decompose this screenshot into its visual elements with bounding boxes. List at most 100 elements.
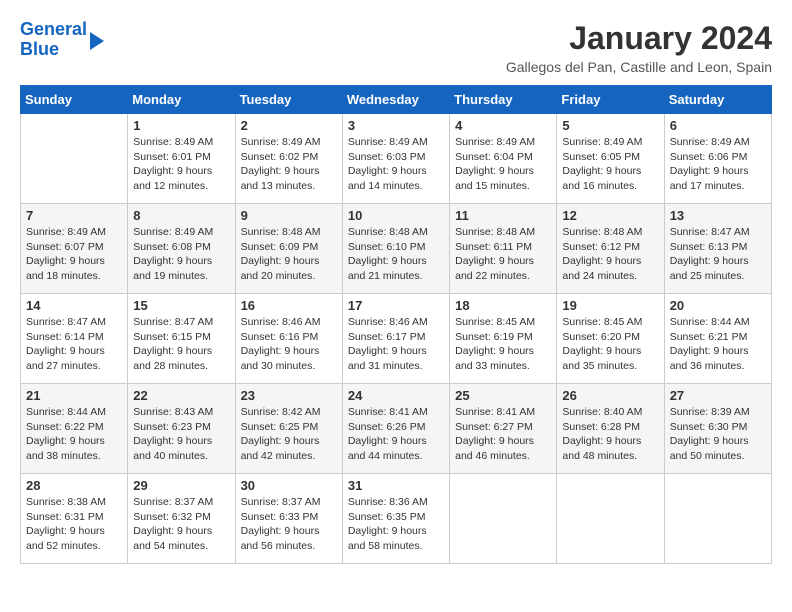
calendar-header-row: SundayMondayTuesdayWednesdayThursdayFrid… <box>21 86 772 114</box>
title-area: January 2024 Gallegos del Pan, Castille … <box>506 20 772 75</box>
day-info: Sunrise: 8:36 AMSunset: 6:35 PMDaylight:… <box>348 495 444 554</box>
calendar-cell: 31Sunrise: 8:36 AMSunset: 6:35 PMDayligh… <box>342 474 449 564</box>
day-info: Sunrise: 8:44 AMSunset: 6:22 PMDaylight:… <box>26 405 122 464</box>
calendar-week-1: 1 Sunrise: 8:49 AMSunset: 6:01 PMDaylight… <box>21 114 772 204</box>
calendar-cell: 16Sunrise: 8:46 AMSunset: 6:16 PMDayligh… <box>235 294 342 384</box>
day-info: Sunrise: 8:49 AMSunset: 6:08 PMDaylight:… <box>133 225 229 284</box>
day-number: 27 <box>670 388 766 403</box>
day-number: 9 <box>241 208 337 223</box>
day-info: Sunrise: 8:48 AMSunset: 6:12 PMDaylight:… <box>562 225 658 284</box>
day-info: Sunrise: 8:49 AMSunset: 6:06 PMDaylight:… <box>670 135 766 194</box>
weekday-header-tuesday: Tuesday <box>235 86 342 114</box>
logo-general: General <box>20 19 87 39</box>
day-number: 25 <box>455 388 551 403</box>
day-info: Sunrise: 8:42 AMSunset: 6:25 PMDaylight:… <box>241 405 337 464</box>
calendar-cell: 1 Sunrise: 8:49 AMSunset: 6:01 PMDaylight… <box>128 114 235 204</box>
calendar-cell: 12 Sunrise: 8:48 AMSunset: 6:12 PMDayligh… <box>557 204 664 294</box>
day-number: 21 <box>26 388 122 403</box>
logo-arrow-icon <box>90 32 104 50</box>
day-number: 3 <box>348 118 444 133</box>
day-info: Sunrise: 8:45 AMSunset: 6:20 PMDaylight:… <box>562 315 658 374</box>
day-number: 4 <box>455 118 551 133</box>
day-info: Sunrise: 8:49 AMSunset: 6:02 PMDaylight:… <box>241 135 337 194</box>
day-info: Sunrise: 8:45 AMSunset: 6:19 PMDaylight:… <box>455 315 551 374</box>
weekday-header-thursday: Thursday <box>450 86 557 114</box>
day-info: Sunrise: 8:49 AMSunset: 6:05 PMDaylight:… <box>562 135 658 194</box>
day-info: Sunrise: 8:39 AMSunset: 6:30 PMDaylight:… <box>670 405 766 464</box>
day-info: Sunrise: 8:48 AMSunset: 6:10 PMDaylight:… <box>348 225 444 284</box>
calendar-cell: 14Sunrise: 8:47 AMSunset: 6:14 PMDayligh… <box>21 294 128 384</box>
day-number: 30 <box>241 478 337 493</box>
calendar-cell: 27 Sunrise: 8:39 AMSunset: 6:30 PMDayligh… <box>664 384 771 474</box>
calendar-cell: 8 Sunrise: 8:49 AMSunset: 6:08 PMDaylight… <box>128 204 235 294</box>
calendar-cell: 7 Sunrise: 8:49 AMSunset: 6:07 PMDaylight… <box>21 204 128 294</box>
weekday-header-saturday: Saturday <box>664 86 771 114</box>
day-number: 6 <box>670 118 766 133</box>
calendar-cell: 10 Sunrise: 8:48 AMSunset: 6:10 PMDayligh… <box>342 204 449 294</box>
calendar-cell: 29 Sunrise: 8:37 AMSunset: 6:32 PMDayligh… <box>128 474 235 564</box>
day-number: 14 <box>26 298 122 313</box>
day-number: 19 <box>562 298 658 313</box>
logo-blue: Blue <box>20 39 59 59</box>
day-info: Sunrise: 8:40 AMSunset: 6:28 PMDaylight:… <box>562 405 658 464</box>
calendar-cell: 9 Sunrise: 8:48 AMSunset: 6:09 PMDaylight… <box>235 204 342 294</box>
calendar-cell: 11 Sunrise: 8:48 AMSunset: 6:11 PMDayligh… <box>450 204 557 294</box>
calendar-cell <box>557 474 664 564</box>
calendar-cell: 25Sunrise: 8:41 AMSunset: 6:27 PMDayligh… <box>450 384 557 474</box>
day-info: Sunrise: 8:47 AMSunset: 6:13 PMDaylight:… <box>670 225 766 284</box>
day-number: 23 <box>241 388 337 403</box>
logo: General Blue <box>20 20 104 60</box>
day-number: 12 <box>562 208 658 223</box>
header: General Blue January 2024 Gallegos del P… <box>20 20 772 75</box>
calendar-cell: 15 Sunrise: 8:47 AMSunset: 6:15 PMDayligh… <box>128 294 235 384</box>
calendar-cell: 4Sunrise: 8:49 AMSunset: 6:04 PMDaylight… <box>450 114 557 204</box>
day-info: Sunrise: 8:49 AMSunset: 6:01 PMDaylight:… <box>133 135 229 194</box>
day-info: Sunrise: 8:37 AMSunset: 6:32 PMDaylight:… <box>133 495 229 554</box>
day-info: Sunrise: 8:47 AMSunset: 6:15 PMDaylight:… <box>133 315 229 374</box>
day-number: 24 <box>348 388 444 403</box>
day-number: 11 <box>455 208 551 223</box>
day-number: 1 <box>133 118 229 133</box>
location-title: Gallegos del Pan, Castille and Leon, Spa… <box>506 59 772 75</box>
calendar-cell: 5 Sunrise: 8:49 AMSunset: 6:05 PMDaylight… <box>557 114 664 204</box>
day-info: Sunrise: 8:46 AMSunset: 6:17 PMDaylight:… <box>348 315 444 374</box>
weekday-header-friday: Friday <box>557 86 664 114</box>
day-info: Sunrise: 8:38 AMSunset: 6:31 PMDaylight:… <box>26 495 122 554</box>
calendar-cell: 30Sunrise: 8:37 AMSunset: 6:33 PMDayligh… <box>235 474 342 564</box>
day-number: 7 <box>26 208 122 223</box>
day-number: 17 <box>348 298 444 313</box>
calendar-cell: 28 Sunrise: 8:38 AMSunset: 6:31 PMDayligh… <box>21 474 128 564</box>
calendar-cell: 18Sunrise: 8:45 AMSunset: 6:19 PMDayligh… <box>450 294 557 384</box>
calendar-cell: 17 Sunrise: 8:46 AMSunset: 6:17 PMDayligh… <box>342 294 449 384</box>
calendar-week-2: 7 Sunrise: 8:49 AMSunset: 6:07 PMDaylight… <box>21 204 772 294</box>
calendar-cell: 3Sunrise: 8:49 AMSunset: 6:03 PMDaylight… <box>342 114 449 204</box>
day-info: Sunrise: 8:48 AMSunset: 6:09 PMDaylight:… <box>241 225 337 284</box>
day-number: 16 <box>241 298 337 313</box>
day-number: 20 <box>670 298 766 313</box>
day-info: Sunrise: 8:41 AMSunset: 6:26 PMDaylight:… <box>348 405 444 464</box>
calendar-cell: 19 Sunrise: 8:45 AMSunset: 6:20 PMDayligh… <box>557 294 664 384</box>
day-info: Sunrise: 8:48 AMSunset: 6:11 PMDaylight:… <box>455 225 551 284</box>
day-number: 2 <box>241 118 337 133</box>
day-number: 22 <box>133 388 229 403</box>
calendar-cell: 24 Sunrise: 8:41 AMSunset: 6:26 PMDayligh… <box>342 384 449 474</box>
calendar-cell: 6 Sunrise: 8:49 AMSunset: 6:06 PMDaylight… <box>664 114 771 204</box>
weekday-header-monday: Monday <box>128 86 235 114</box>
weekday-header-wednesday: Wednesday <box>342 86 449 114</box>
calendar-cell: 13 Sunrise: 8:47 AMSunset: 6:13 PMDayligh… <box>664 204 771 294</box>
month-title: January 2024 <box>506 20 772 57</box>
day-number: 29 <box>133 478 229 493</box>
day-number: 26 <box>562 388 658 403</box>
calendar-cell: 2 Sunrise: 8:49 AMSunset: 6:02 PMDaylight… <box>235 114 342 204</box>
day-number: 13 <box>670 208 766 223</box>
calendar-cell: 22Sunrise: 8:43 AMSunset: 6:23 PMDayligh… <box>128 384 235 474</box>
calendar-week-4: 21 Sunrise: 8:44 AMSunset: 6:22 PMDayligh… <box>21 384 772 474</box>
day-number: 28 <box>26 478 122 493</box>
day-number: 8 <box>133 208 229 223</box>
calendar-cell: 26 Sunrise: 8:40 AMSunset: 6:28 PMDayligh… <box>557 384 664 474</box>
day-number: 5 <box>562 118 658 133</box>
day-number: 15 <box>133 298 229 313</box>
day-info: Sunrise: 8:49 AMSunset: 6:07 PMDaylight:… <box>26 225 122 284</box>
day-number: 10 <box>348 208 444 223</box>
weekday-header-sunday: Sunday <box>21 86 128 114</box>
